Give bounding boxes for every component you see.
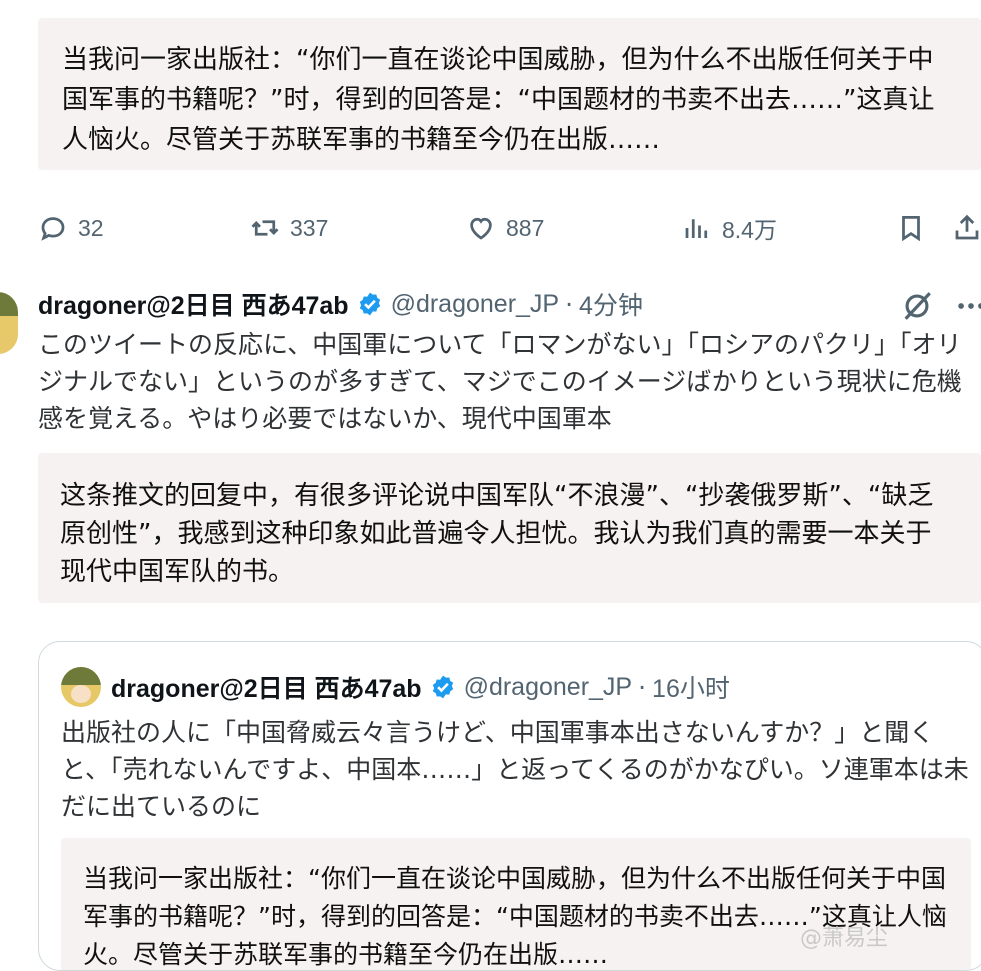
reply-count: 32	[78, 214, 104, 241]
views-icon	[685, 219, 708, 238]
verified-badge-icon	[359, 292, 380, 316]
avatar-hat-shape	[0, 292, 18, 316]
like-count: 887	[506, 214, 545, 241]
translation-text: 当我问一家出版社：“你们一直在谈论中国威胁，但为什么不出版任何关于中国军事的书籍…	[62, 45, 935, 155]
retweet-button[interactable]: 337	[250, 200, 328, 256]
watermark: @萧易尘	[800, 926, 889, 951]
share-button[interactable]	[952, 200, 981, 256]
heart-icon	[470, 217, 492, 240]
tweet-action-bar: 32 337 887 8.4万	[0, 200, 981, 256]
grok-icon[interactable]	[900, 289, 934, 323]
tweet-header: dragoner@2日目 西あ47ab @dragoner_JP · 4分钟	[38, 284, 643, 324]
quoted-author-name: dragoner@2日目 西あ47ab	[111, 675, 422, 703]
retweet-icon	[251, 220, 279, 236]
reply-button[interactable]: 32	[38, 200, 104, 256]
tweet-translation-box: 这条推文的回复中，有很多评论说中国军队“不浪漫”、“抄袭俄罗斯”、“缺乏原创性”…	[38, 453, 981, 603]
views-button[interactable]: 8.4万	[682, 200, 777, 256]
tweet-timestamp[interactable]: 4分钟	[579, 286, 643, 322]
tweet-text: このツイートの反応に、中国軍について「ロマンがない」「ロシアのパクリ」「オリジナ…	[38, 330, 962, 433]
view-count: 8.4万	[722, 217, 777, 243]
share-icon	[955, 214, 979, 240]
avatar-hair-shape	[0, 316, 18, 354]
tweet-header-actions	[900, 286, 981, 326]
avatar[interactable]	[0, 292, 18, 354]
like-button[interactable]: 887	[466, 200, 544, 256]
quoted-timestamp: 16小时	[652, 675, 730, 703]
translation-box: 当我问一家出版社：“你们一直在谈论中国威胁，但为什么不出版任何关于中国军事的书籍…	[38, 18, 981, 170]
quoted-tweet-text: 出版社の人に「中国脅威云々言うけど、中国軍事本出さないんすか？」と聞くと、「売れ…	[61, 718, 969, 821]
author-name[interactable]: dragoner@2日目 西あ47ab	[38, 286, 349, 322]
retweet-count: 337	[290, 214, 329, 241]
quoted-header-separator: ·	[638, 672, 647, 702]
more-options-icon[interactable]	[954, 289, 981, 323]
quoted-translation-text: 当我问一家出版社：“你们一直在谈论中国威胁，但为什么不出版任何关于中国军事的书籍…	[83, 864, 947, 969]
tweet-translation-text: 这条推文的回复中，有很多评论说中国军队“不浪漫”、“抄袭俄罗斯”、“缺乏原创性”…	[60, 481, 934, 587]
quoted-author-handle: @dragoner_JP	[463, 672, 633, 701]
author-handle[interactable]: @dragoner_JP	[391, 290, 560, 319]
reply-icon	[41, 217, 65, 241]
header-separator: ·	[565, 289, 574, 319]
bookmark-button[interactable]	[896, 200, 926, 256]
quoted-avatar-face-shape	[71, 685, 91, 703]
bookmark-icon	[902, 216, 920, 242]
quoted-verified-badge-icon	[432, 675, 453, 699]
quoted-avatar-hat-shape	[61, 667, 101, 685]
quoted-tweet-header: dragoner@2日目 西あ47ab @dragoner_JP · 16小时	[61, 666, 730, 708]
quoted-avatar	[61, 667, 101, 707]
